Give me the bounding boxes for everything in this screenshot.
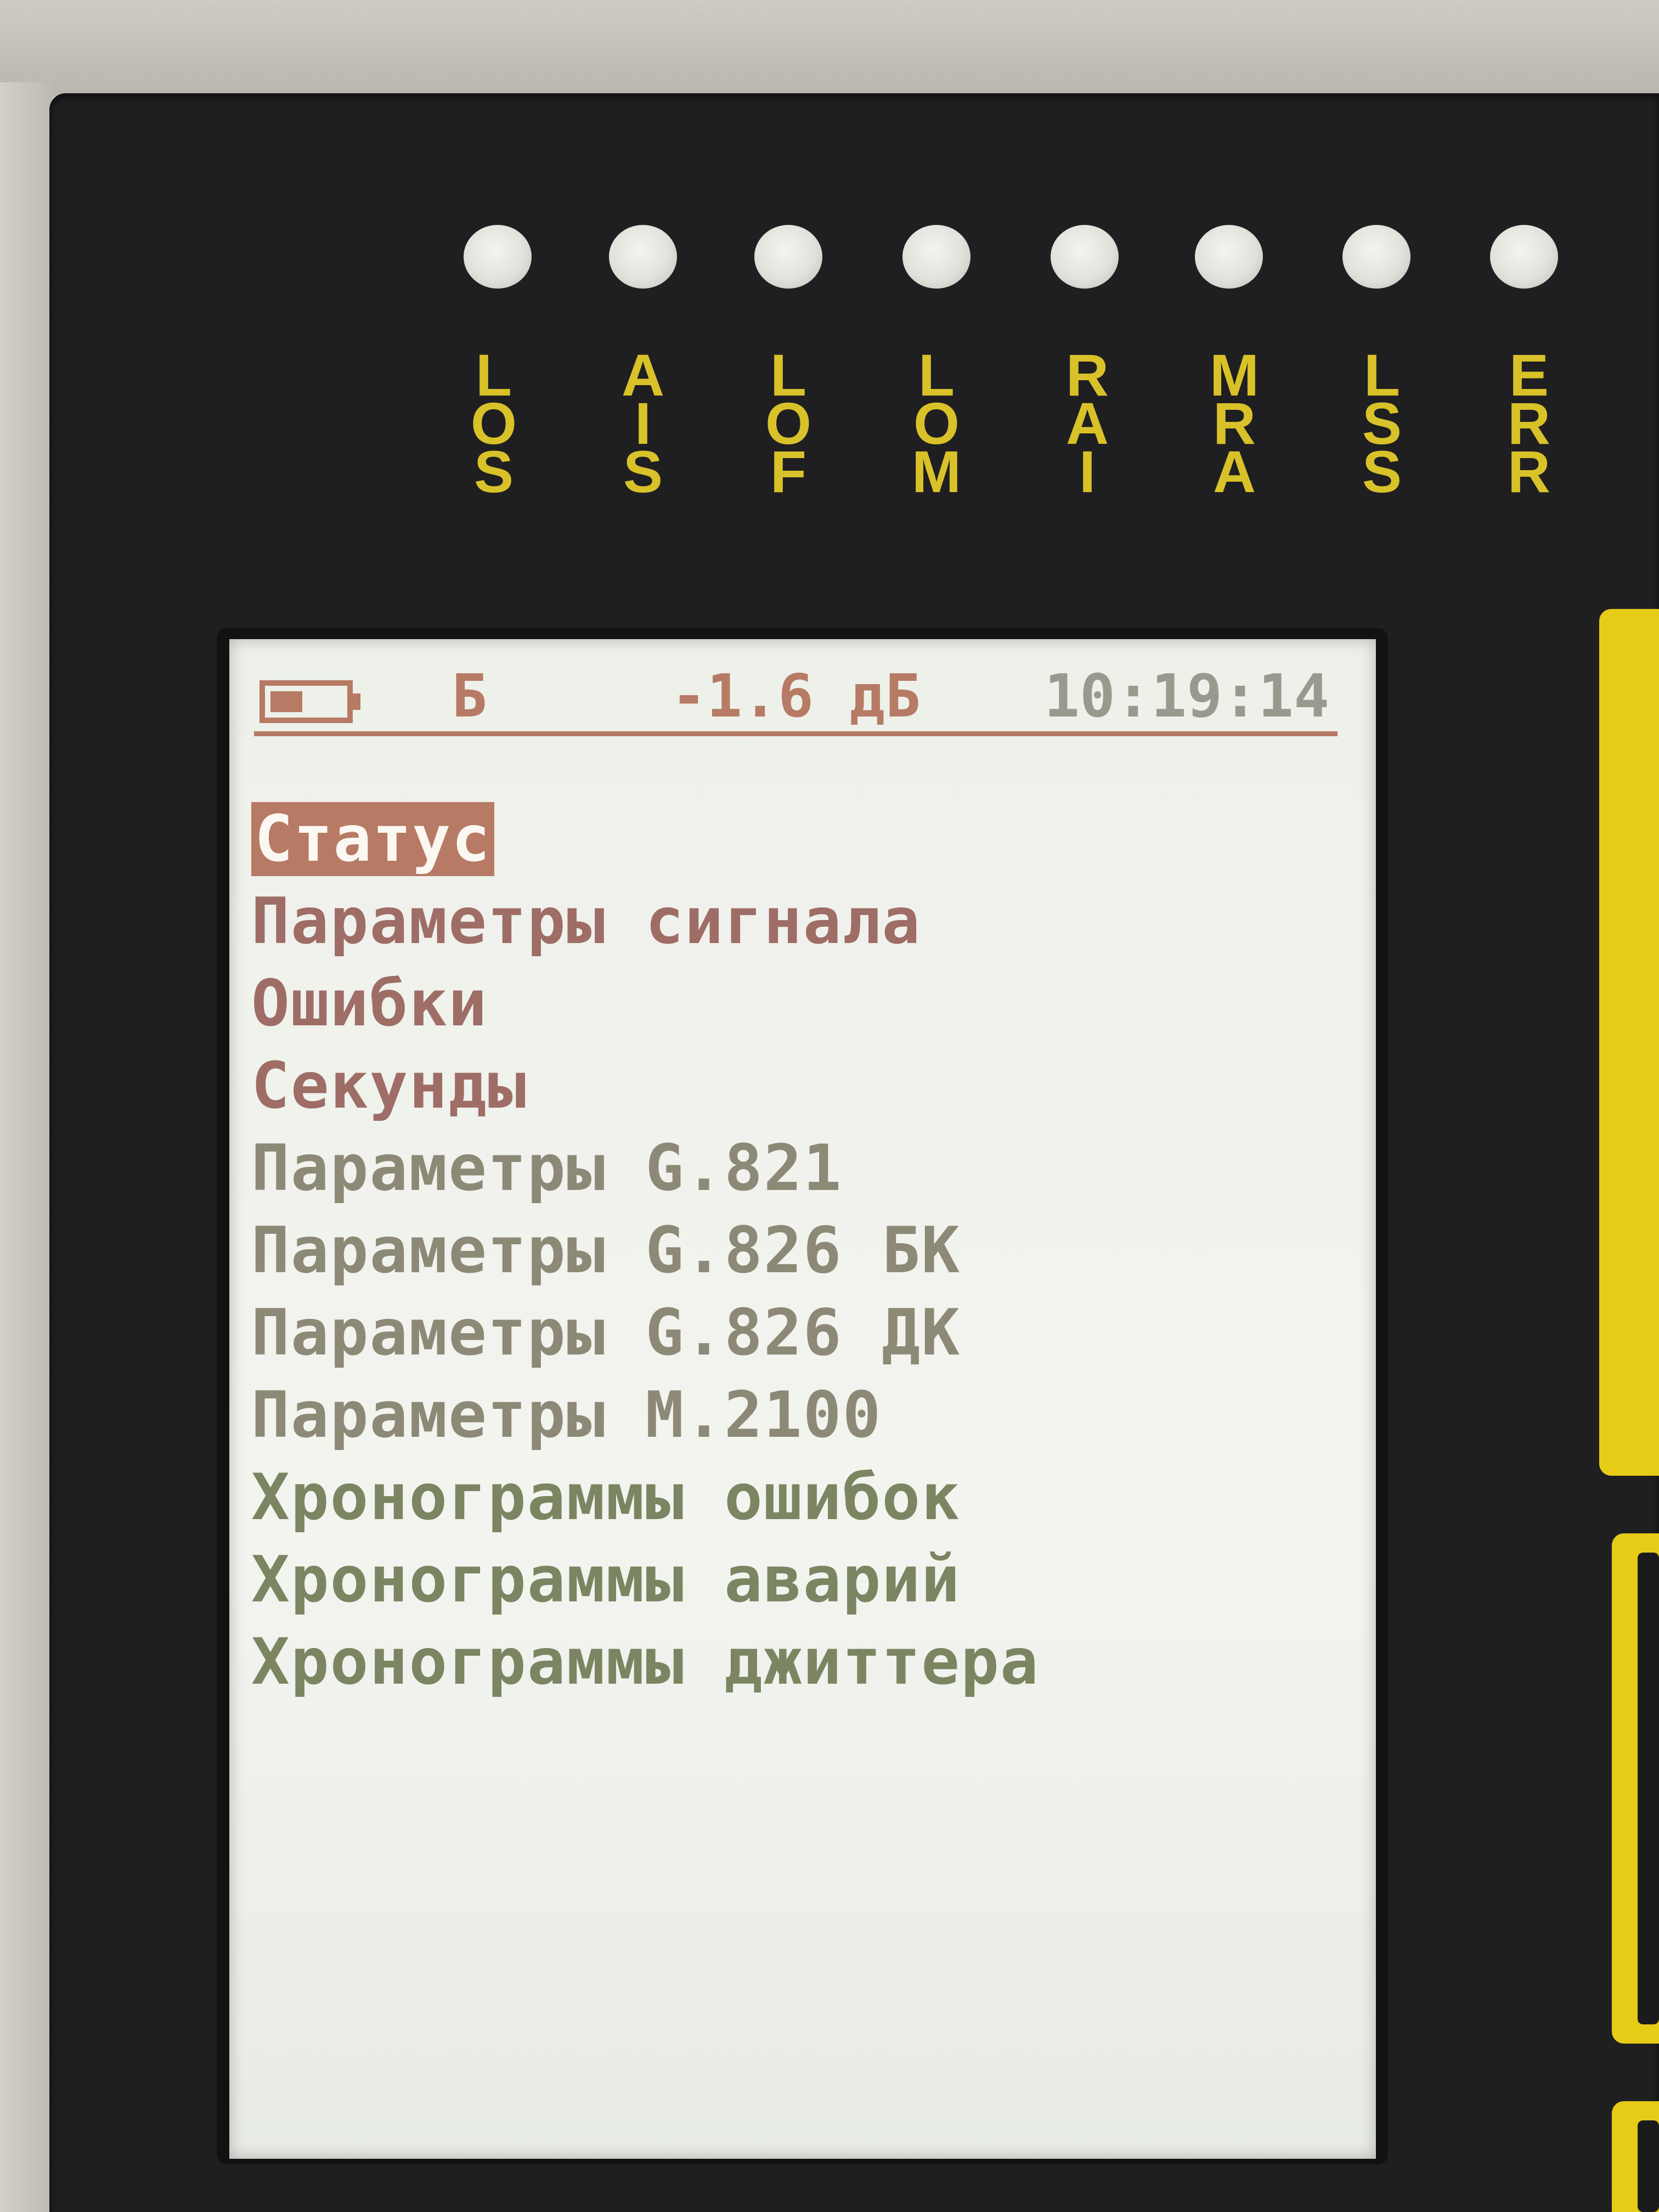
main-menu: Статус Параметры сигнала Ошибки Секунды … [251, 798, 1040, 1703]
menu-item-alarm-chronograms[interactable]: Хронограммы аварий [251, 1539, 1040, 1621]
led-label-err: ERR [1508, 342, 1550, 505]
led-lss [1342, 225, 1410, 289]
led-lof [754, 225, 822, 289]
led-label-los: LOS [470, 342, 517, 505]
menu-item-g826-bk[interactable]: Параметры G.826 БК [251, 1210, 1040, 1292]
status-divider [254, 731, 1338, 736]
battery-icon [259, 680, 360, 723]
device-casing-top [0, 0, 1659, 96]
led-lom [902, 225, 970, 289]
led-label-ais: AIS [622, 342, 664, 505]
led-rai [1051, 225, 1119, 289]
menu-item-m2100[interactable]: Параметры M.2100 [251, 1374, 1040, 1457]
signal-level: -1.6 дБ [671, 662, 921, 731]
led-label-lss: LSS [1362, 342, 1402, 505]
menu-item-signal-params[interactable]: Параметры сигнала [251, 881, 1040, 963]
led-label-rai: RAI [1066, 342, 1109, 505]
led-mra [1195, 225, 1263, 289]
led-label-lof: LOF [765, 342, 811, 505]
menu-item-status[interactable]: Статус [251, 798, 1040, 881]
side-key-upper[interactable] [1599, 609, 1659, 1476]
menu-item-errors[interactable]: Ошибки [251, 963, 1040, 1045]
led-label-mra: MRA [1210, 342, 1259, 505]
led-ais [609, 225, 677, 289]
menu-item-seconds[interactable]: Секунды [251, 1045, 1040, 1127]
device-casing-left [0, 82, 52, 2212]
mode-indicator: Б [452, 662, 488, 731]
led-err [1490, 225, 1558, 289]
clock: 10:19:14 [1044, 662, 1330, 731]
led-los [464, 225, 532, 289]
lcd-screen: Б -1.6 дБ 10:19:14 Статус Параметры сигн… [229, 639, 1376, 2159]
led-label-lom: LOM [912, 342, 961, 505]
menu-item-jitter-chronograms[interactable]: Хронограммы джиттера [251, 1621, 1040, 1703]
menu-item-g821[interactable]: Параметры G.821 [251, 1127, 1040, 1210]
status-bar: Б -1.6 дБ 10:19:14 [254, 667, 1348, 727]
menu-item-error-chronograms[interactable]: Хронограммы ошибок [251, 1457, 1040, 1539]
menu-item-g826-dk[interactable]: Параметры G.826 ДК [251, 1292, 1040, 1374]
side-key-lower-inset [1638, 2120, 1659, 2212]
side-key-middle-inset [1638, 1553, 1659, 2024]
